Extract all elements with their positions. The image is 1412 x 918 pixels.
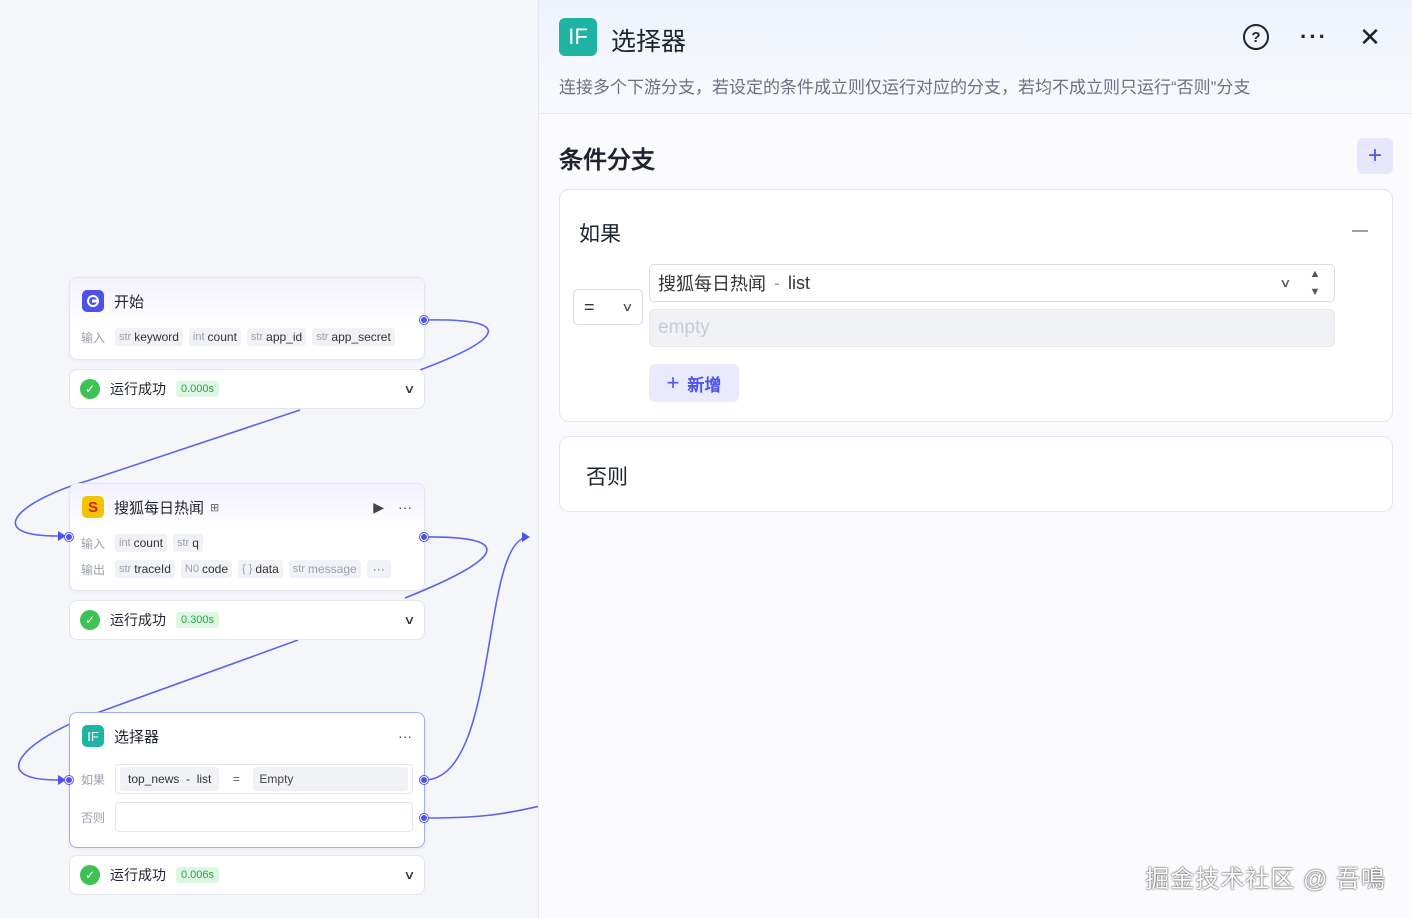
arrow-up-icon[interactable]: ▲ (1310, 268, 1321, 280)
input-tag: int count (115, 534, 167, 552)
if-icon: IF (82, 725, 104, 747)
status-text: 运行成功 (110, 381, 166, 397)
output-label: 输出 (81, 562, 106, 577)
panel-header: IF 选择器 ? ··· ✕ 连接多个下游分支，若设定的条件成立则仅运行对应的分… (539, 0, 1412, 114)
output-tag: { } data (238, 560, 283, 578)
panel-description: 连接多个下游分支，若设定的条件成立则仅运行对应的分支，若均不成立则只运行“否则”… (559, 78, 1251, 97)
input-label: 输入 (81, 536, 106, 551)
sohu-input-port[interactable] (65, 533, 73, 541)
run-time-badge: 0.000s (176, 381, 220, 397)
start-run-status[interactable]: ✓ 运行成功 0.000s ∨ (69, 369, 425, 409)
start-inputs-row: 输入 str keyword int count str app_id str app_… (70, 324, 424, 350)
chevron-down-icon[interactable]: ∨ (403, 868, 415, 882)
run-time-badge: 0.006s (176, 867, 220, 883)
ref-field-name: list (788, 272, 810, 293)
start-node-header: 开始 (70, 278, 424, 324)
more-options-icon[interactable]: ··· (398, 728, 412, 744)
input-tag: str keyword (115, 328, 183, 346)
sohu-news-node[interactable]: S 搜狐每日热闻 ⊞ ▶ ··· 输入 int count str q 输出 str… (69, 483, 425, 591)
condition-ref: top_news - list (120, 767, 220, 791)
if-icon: IF (559, 18, 597, 56)
condition-operator: = (232, 772, 240, 786)
plugin-badge-icon: ⊞ (210, 501, 220, 514)
input-tag: str q (172, 534, 203, 552)
else-branch-title: 否则 (586, 466, 628, 489)
input-label: 输入 (81, 330, 106, 345)
operator-select[interactable]: = ∨ (573, 289, 643, 325)
node-config-panel: IF 选择器 ? ··· ✕ 连接多个下游分支，若设定的条件成立则仅运行对应的分… (538, 0, 1412, 918)
else-box[interactable] (115, 802, 413, 832)
close-button[interactable]: ✕ (1353, 20, 1387, 54)
output-tag: str traceId (115, 560, 175, 578)
compare-value-input[interactable]: empty (649, 309, 1335, 347)
plus-icon: + (666, 370, 680, 395)
selector-run-status[interactable]: ✓ 运行成功 0.006s ∨ (69, 855, 425, 895)
ref-separator: - (774, 272, 780, 293)
input-tag: str app_secret (312, 328, 395, 346)
workflow-canvas[interactable]: 开始 输入 str keyword int count str app_id str a… (0, 0, 540, 918)
status-text: 运行成功 (110, 612, 166, 628)
edge-selector-if-to-panel (423, 536, 529, 781)
chevron-down-icon: ∨ (1279, 276, 1292, 290)
sohu-outputs-row: 输出 str traceId N0 code { } data str message … (70, 556, 424, 582)
add-rule-label: 新增 (687, 375, 722, 395)
sohu-node-title: 搜狐每日热闻 (114, 499, 205, 517)
chevron-down-icon[interactable]: ∨ (403, 382, 415, 396)
add-rule-button[interactable]: + 新增 (649, 364, 739, 402)
add-condition-button[interactable]: + (1357, 138, 1393, 174)
selector-else-port[interactable] (420, 814, 428, 822)
sohu-inputs-row: 输入 int count str q (70, 530, 424, 556)
more-options-button[interactable]: ··· (1297, 20, 1331, 54)
sohu-run-status[interactable]: ✓ 运行成功 0.300s ∨ (69, 600, 425, 640)
input-tag: int count (188, 328, 241, 346)
start-node-title: 开始 (114, 293, 145, 311)
remove-branch-button[interactable] (1352, 230, 1368, 232)
start-icon (82, 290, 104, 312)
help-icon: ? (1243, 24, 1269, 50)
input-tag: str app_id (246, 328, 307, 346)
operator-value: = (584, 296, 595, 317)
success-check-icon: ✓ (80, 610, 100, 630)
edge-selector-else-to-panel (423, 805, 540, 819)
variable-ref-select[interactable]: 搜狐每日热闻 - list ∨ ▲ ▼ (649, 264, 1335, 302)
run-time-badge: 0.300s (176, 612, 220, 628)
status-text: 运行成功 (110, 867, 166, 883)
panel-title: 选择器 (611, 28, 687, 56)
selector-node-header: IF 选择器 ··· (70, 713, 424, 759)
arrow-down-icon[interactable]: ▼ (1310, 286, 1321, 298)
sohu-node-header: S 搜狐每日热闻 ⊞ ▶ ··· (70, 484, 424, 530)
selector-if-port[interactable] (420, 776, 428, 784)
more-outputs-button[interactable]: ··· (366, 560, 391, 578)
condition-value: Empty (253, 767, 408, 791)
selector-else-row: 否则 (70, 801, 424, 833)
sohu-output-port[interactable] (420, 533, 428, 541)
sohu-logo-icon: S (82, 496, 104, 518)
else-label: 否则 (81, 810, 106, 825)
if-label: 如果 (81, 772, 106, 787)
chevron-down-icon[interactable]: ∨ (403, 613, 415, 627)
start-output-port[interactable] (420, 316, 428, 324)
start-node[interactable]: 开始 输入 str keyword int count str app_id str a… (69, 277, 425, 360)
success-check-icon: ✓ (80, 865, 100, 885)
selector-node[interactable]: IF 选择器 ··· 如果 top_news - list = Empty 否则 (69, 712, 425, 848)
more-options-icon[interactable]: ··· (398, 499, 412, 515)
else-branch-card: 否则 (559, 436, 1393, 512)
chevron-down-icon: ∨ (621, 300, 634, 314)
section-title: 条件分支 (559, 147, 655, 174)
success-check-icon: ✓ (80, 379, 100, 399)
output-tag: str message (288, 560, 361, 578)
if-branch-title: 如果 (579, 223, 621, 246)
watermark: 掘金技术社区 @ 吾鳴 (1145, 866, 1386, 893)
condition-summary[interactable]: top_news - list = Empty (115, 764, 413, 794)
selector-input-port[interactable] (65, 776, 73, 784)
help-button[interactable]: ? (1239, 20, 1273, 54)
reorder-stepper[interactable]: ▲ ▼ (1304, 268, 1326, 298)
selector-if-row: 如果 top_news - list = Empty (70, 763, 424, 795)
ref-node-name: 搜狐每日热闻 (658, 274, 766, 294)
output-tag: N0 code (180, 560, 233, 578)
if-branch-card: 如果 = ∨ 搜狐每日热闻 - list ∨ ▲ ▼ empty + 新增 (559, 189, 1393, 422)
run-play-icon[interactable]: ▶ (373, 499, 384, 516)
selector-node-title: 选择器 (114, 728, 160, 746)
